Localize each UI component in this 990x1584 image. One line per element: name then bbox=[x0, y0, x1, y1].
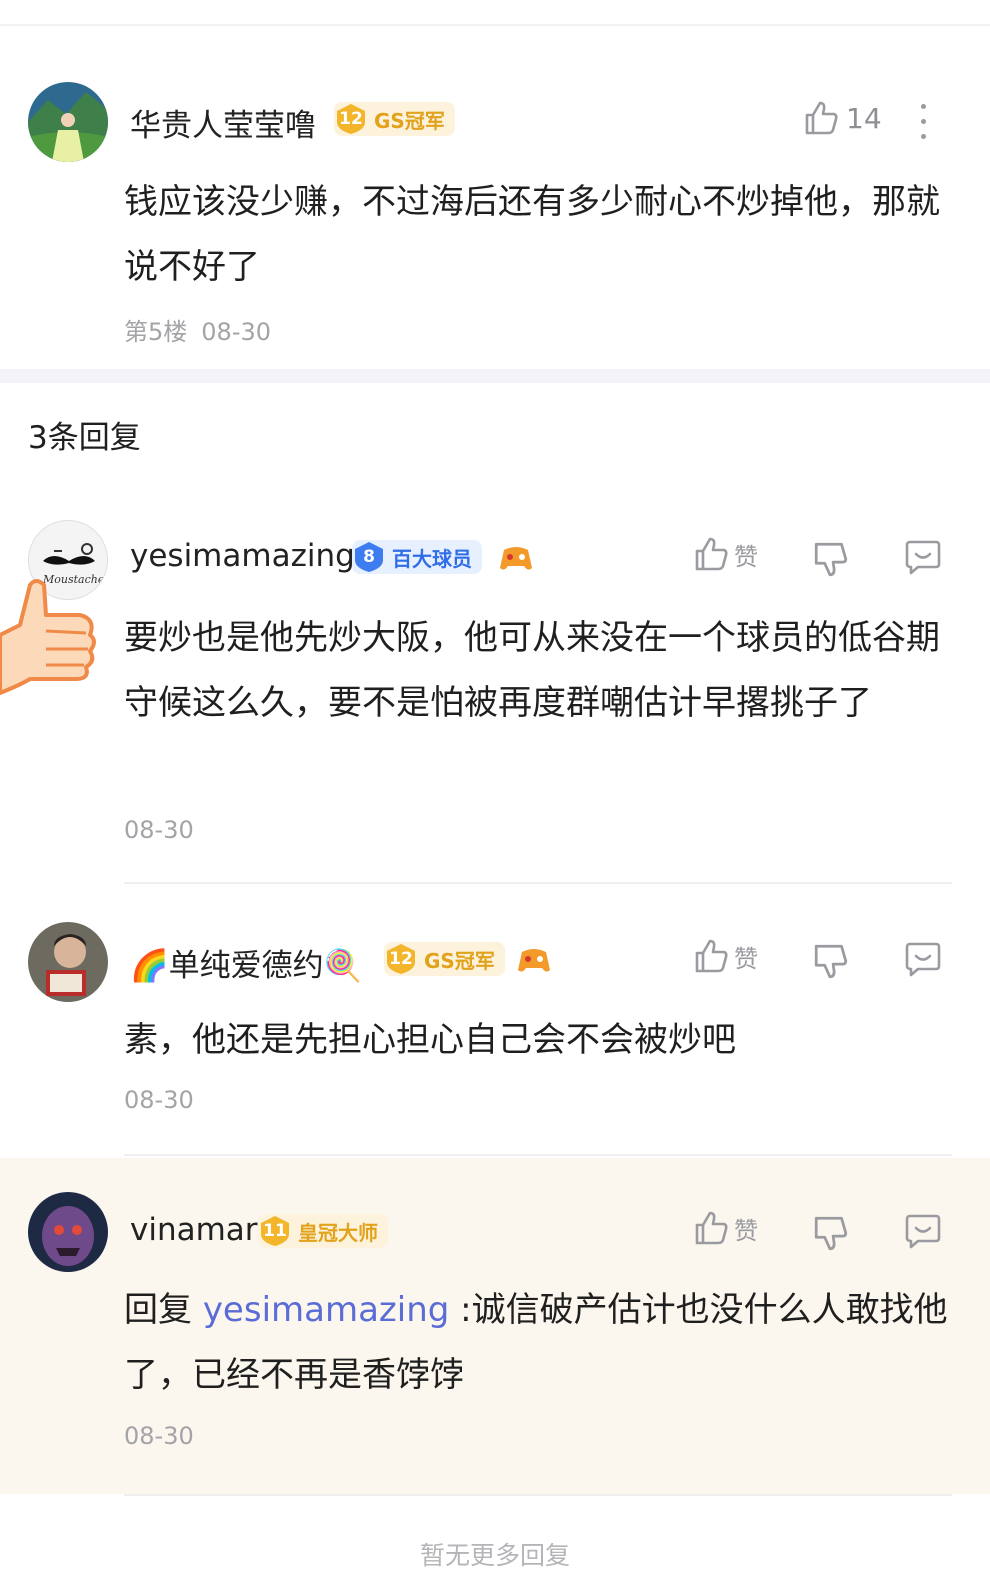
reply-prefix: 回复 bbox=[124, 1290, 203, 1330]
like-count: 14 bbox=[846, 101, 882, 135]
username[interactable]: vinamar bbox=[130, 1212, 258, 1248]
shield-level-icon: 11 bbox=[258, 1214, 292, 1248]
comment-text: 素，他还是先担心担心自己会不会被炒吧 bbox=[124, 1020, 736, 1060]
level-badge: 8 百大球员 bbox=[352, 540, 482, 574]
comment-icon[interactable] bbox=[904, 940, 942, 978]
more-vertical-icon[interactable] bbox=[918, 104, 928, 144]
thumbs-up-icon bbox=[695, 537, 728, 571]
thumbs-up-icon bbox=[695, 1211, 728, 1245]
comment-date: 08-30 bbox=[124, 1086, 194, 1114]
mention-link[interactable]: yesimamazing bbox=[203, 1290, 450, 1330]
game-controller-icon bbox=[518, 949, 550, 972]
like-button[interactable]: 赞 bbox=[694, 1210, 758, 1246]
reply-divider bbox=[124, 1154, 952, 1156]
avatar[interactable] bbox=[28, 922, 108, 1002]
top-divider bbox=[0, 24, 990, 26]
game-controller-icon bbox=[500, 547, 532, 570]
badge-label: 百大球员 bbox=[392, 546, 472, 571]
comment-text: 回复 yesimamazing :诚信破产估计也没什么人敢找他了，已经不再是香饽… bbox=[124, 1278, 954, 1408]
comment-text: 要炒也是他先炒大阪，他可从来没在一个球员的低谷期守候这么久，要不是怕被再度群嘲估… bbox=[124, 618, 940, 723]
level-badge: 12 GS冠军 bbox=[384, 942, 505, 976]
like-label: 赞 bbox=[734, 944, 758, 973]
shield-level-icon: 12 bbox=[334, 102, 368, 136]
reply-item: 🌈单纯爱德约🍭 12 GS冠军 赞 素，他还是先担心担心自己会不会被炒吧 08-… bbox=[0, 904, 990, 1156]
like-button[interactable]: 赞 bbox=[694, 938, 758, 974]
section-separator bbox=[0, 369, 990, 383]
like-label: 赞 bbox=[734, 542, 758, 571]
reply-item-highlighted: vinamar 11 皇冠大师 赞 回复 yesimamazing :诚信破产估… bbox=[0, 1158, 990, 1494]
username[interactable]: 🌈单纯爱德约🍭 bbox=[130, 940, 362, 985]
thumbs-down-icon[interactable] bbox=[812, 540, 850, 578]
comment-date: 08-30 bbox=[201, 318, 272, 346]
shield-level-icon: 8 bbox=[352, 540, 386, 574]
comment-text: 钱应该没少赚，不过海后还有多少耐心不炒掉他，那就说不好了 bbox=[124, 182, 940, 287]
badge-label: 皇冠大师 bbox=[298, 1220, 378, 1245]
replies-count-title: 3条回复 bbox=[28, 420, 141, 456]
badge-label: GS冠军 bbox=[424, 948, 495, 973]
no-more-replies: 暂无更多回复 bbox=[419, 1541, 570, 1570]
shield-level-icon: 12 bbox=[384, 942, 418, 976]
main-comment: 华贵人莹莹噜 12 GS冠军 14 钱应该没少赚，不过海后还有多少耐心不炒掉他，… bbox=[0, 60, 990, 370]
thumbs-up-sticker bbox=[0, 579, 96, 695]
comment-meta: 第5楼 08-30 bbox=[124, 312, 271, 347]
avatar[interactable] bbox=[28, 1192, 108, 1272]
reply-item: Moustache yesimamazing 8 百大球员 赞 要炒也是他先炒大… bbox=[0, 500, 990, 890]
like-button[interactable]: 赞 bbox=[694, 536, 758, 572]
comment-date: 08-30 bbox=[124, 1422, 194, 1450]
avatar[interactable] bbox=[28, 82, 108, 162]
like-label: 赞 bbox=[734, 1216, 758, 1245]
level-badge: 11 皇冠大师 bbox=[258, 1214, 388, 1248]
thumbs-down-icon[interactable] bbox=[812, 942, 850, 980]
comment-icon[interactable] bbox=[904, 538, 942, 576]
comment-icon[interactable] bbox=[904, 1212, 942, 1250]
comment-date: 08-30 bbox=[124, 816, 194, 844]
floor-number: 第5楼 bbox=[124, 318, 188, 346]
badge-label: GS冠军 bbox=[374, 108, 445, 133]
like-button[interactable]: 14 bbox=[804, 100, 882, 136]
thumbs-down-icon[interactable] bbox=[812, 1214, 850, 1252]
reply-divider bbox=[124, 882, 952, 884]
reply-divider bbox=[124, 1494, 952, 1496]
thumbs-up-icon bbox=[805, 101, 838, 135]
username[interactable]: 华贵人莹莹噜 bbox=[130, 100, 316, 145]
thumbs-up-icon bbox=[695, 939, 728, 973]
level-badge: 12 GS冠军 bbox=[334, 102, 455, 136]
username[interactable]: yesimamazing bbox=[130, 538, 355, 574]
